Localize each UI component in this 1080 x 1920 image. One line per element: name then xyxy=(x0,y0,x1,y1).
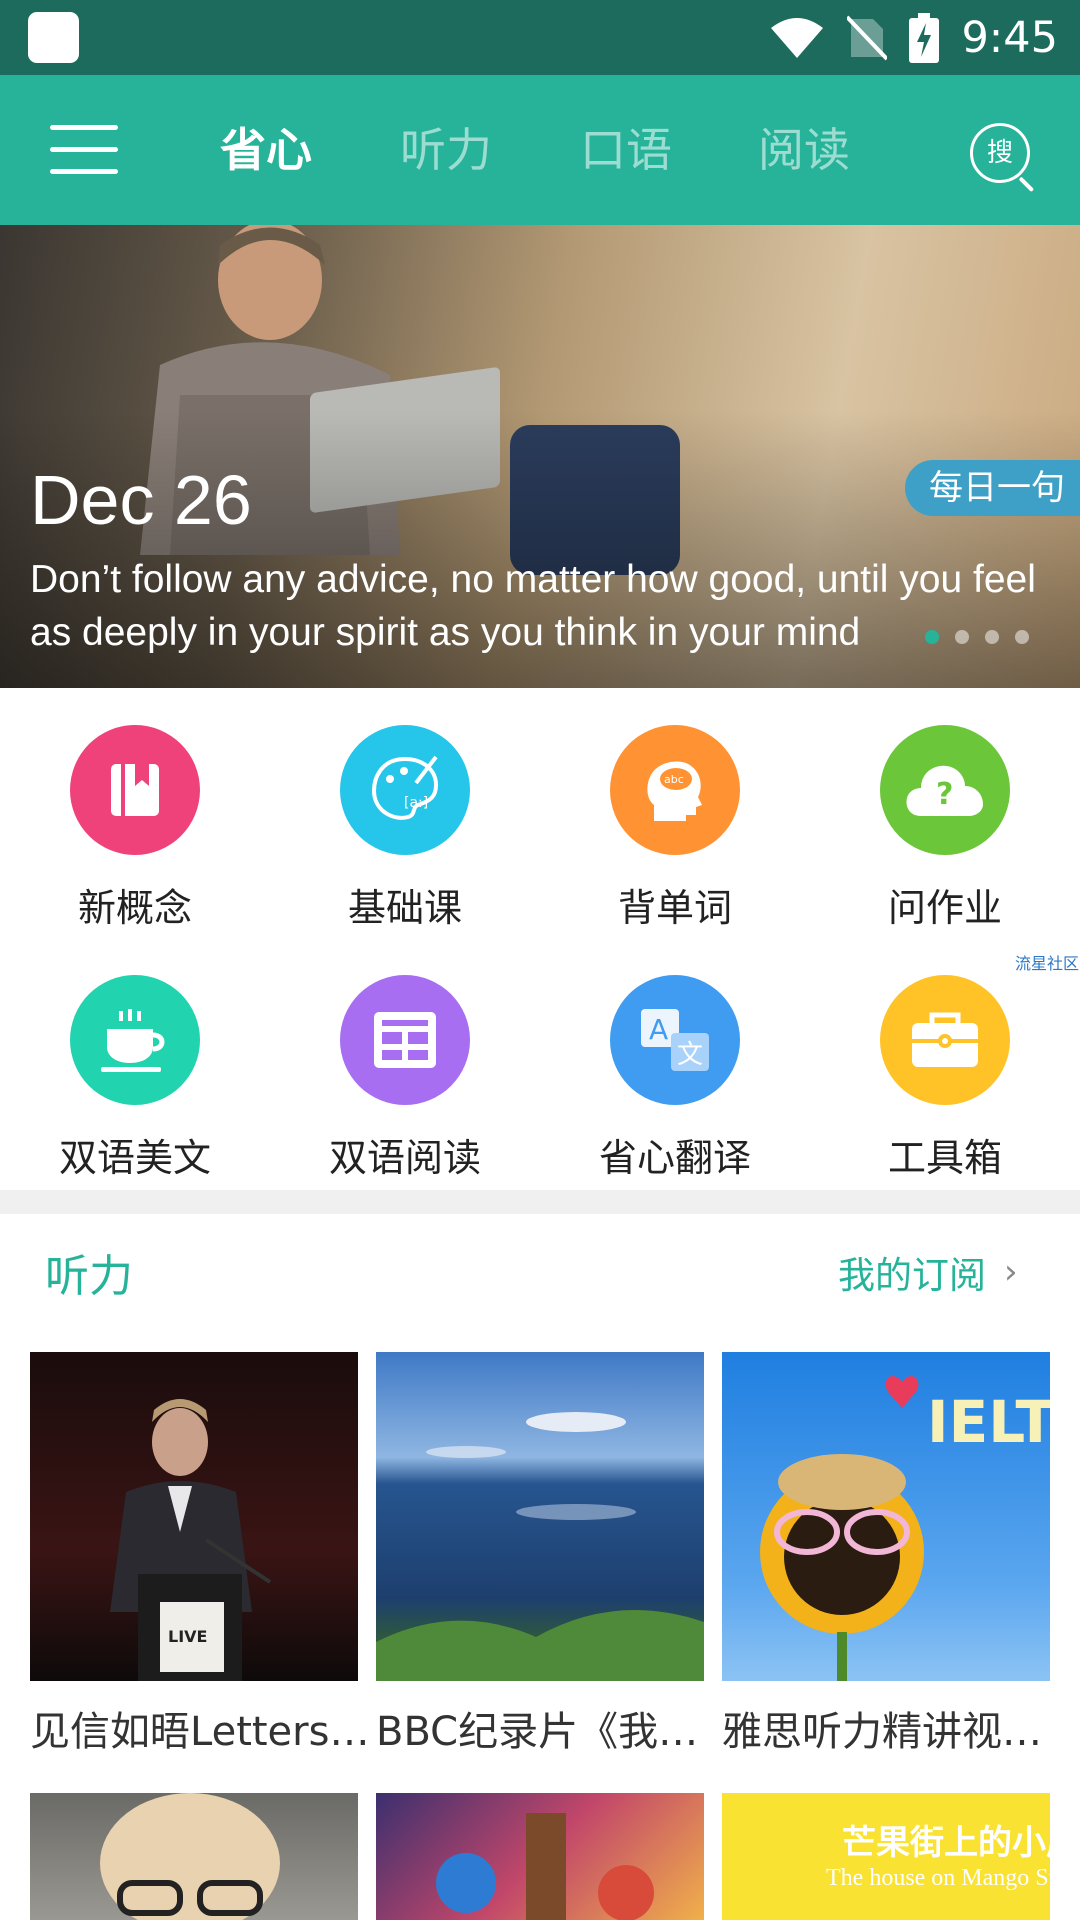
toolbox-icon xyxy=(880,975,1010,1105)
grid-item-homework[interactable]: ? 问作业 xyxy=(810,700,1080,930)
course-card[interactable] xyxy=(30,1793,358,1920)
banner-date: Dec 26 xyxy=(30,461,252,539)
grid-item-new-concept[interactable]: 新概念 xyxy=(0,700,270,930)
course-card[interactable]: 芒果街上的小屋 The house on Mango Stre xyxy=(722,1793,1050,1920)
grid-item-bilingual-reading[interactable]: 双语阅读 xyxy=(270,950,540,1180)
translate-icon: A文 xyxy=(610,975,740,1105)
grid-item-bilingual-essays[interactable]: 双语美文 xyxy=(0,950,270,1180)
status-time: 9:45 xyxy=(961,12,1058,63)
tab-speaking[interactable]: 口语 xyxy=(580,115,672,185)
search-button[interactable]: 搜 xyxy=(970,123,1036,193)
daily-sentence-banner[interactable]: Dec 26 Don’t follow any advice, no matte… xyxy=(0,225,1080,688)
tab-shengxin[interactable]: 省心 xyxy=(220,115,312,185)
newspaper-icon xyxy=(340,975,470,1105)
card-title: 雅思听力精讲视… xyxy=(722,1709,1042,1755)
card-title: 见信如晤Letters… xyxy=(30,1709,370,1755)
carousel-dot xyxy=(985,630,999,644)
course-card[interactable] xyxy=(376,1793,704,1920)
section-divider xyxy=(0,1190,1080,1214)
svg-text:文: 文 xyxy=(677,1040,703,1070)
grid-item-translation[interactable]: A文 省心翻译 xyxy=(540,950,810,1180)
carousel-dot xyxy=(955,630,969,644)
banner-quote: Don’t follow any advice, no matter how g… xyxy=(30,558,1036,654)
search-icon: 搜 xyxy=(970,123,1030,183)
svg-text:A: A xyxy=(649,1013,668,1046)
carousel-dot xyxy=(1015,630,1029,644)
svg-text:[a:]: [a:] xyxy=(404,795,428,811)
no-sim-icon xyxy=(847,15,888,60)
card-thumbnail xyxy=(376,1352,704,1681)
top-nav: 省心 听力 口语 阅读 搜 xyxy=(0,75,1080,225)
card-title: BBC纪录片《我… xyxy=(376,1709,699,1755)
book-icon xyxy=(70,725,200,855)
section-title: 听力 xyxy=(45,1251,133,1302)
tab-listening[interactable]: 听力 xyxy=(400,115,492,185)
card-thumbnail: IELT xyxy=(722,1352,1050,1681)
status-bar: 9:45 xyxy=(0,0,1080,75)
cloud-question-icon: ? xyxy=(880,725,1010,855)
svg-text:IELT: IELT xyxy=(927,1388,1050,1456)
cup-icon xyxy=(70,975,200,1105)
watermark-text: 流星社区 xyxy=(1015,954,1080,973)
card-thumbnail xyxy=(30,1793,358,1920)
notification-icon xyxy=(28,12,79,63)
card-cover-text: 芒果街上的小屋 xyxy=(842,1823,1050,1863)
course-card[interactable]: LIVE 见信如晤Letters… xyxy=(30,1352,369,1757)
tab-reading[interactable]: 阅读 xyxy=(758,115,850,185)
grid-item-toolbox[interactable]: 工具箱 xyxy=(810,950,1080,1180)
wifi-icon xyxy=(771,17,824,58)
grid-item-vocabulary[interactable]: abc 背单词 xyxy=(540,700,810,930)
menu-icon[interactable] xyxy=(50,125,120,175)
carousel-dot xyxy=(925,630,939,644)
grid-item-basic-course[interactable]: [a:] 基础课 xyxy=(270,700,540,930)
chevron-right-icon: › xyxy=(1004,1252,1018,1292)
head-icon: abc xyxy=(610,725,740,855)
course-card[interactable]: IELT 雅思听力精讲视… xyxy=(722,1352,1050,1757)
my-subscriptions-link[interactable]: 我的订阅 › xyxy=(838,1245,1018,1299)
svg-text:?: ? xyxy=(936,777,953,812)
palette-icon: [a:] xyxy=(340,725,470,855)
course-card[interactable]: BBC纪录片《我… xyxy=(376,1352,704,1757)
svg-text:abc: abc xyxy=(664,773,684,786)
daily-sentence-badge[interactable]: 每日一句 xyxy=(905,460,1080,516)
card-thumbnail: 芒果街上的小屋 The house on Mango Stre xyxy=(722,1793,1050,1920)
carousel-dots xyxy=(925,630,1029,644)
battery-icon xyxy=(909,12,940,63)
card-thumbnail xyxy=(376,1793,704,1920)
svg-text:LIVE: LIVE xyxy=(168,1627,207,1646)
feature-grid: 新概念 [a:] 基础课 abc 背单词 ? 问作业 双语美文 双语阅读 A文 … xyxy=(0,700,1080,1190)
card-thumbnail: LIVE xyxy=(30,1352,358,1681)
